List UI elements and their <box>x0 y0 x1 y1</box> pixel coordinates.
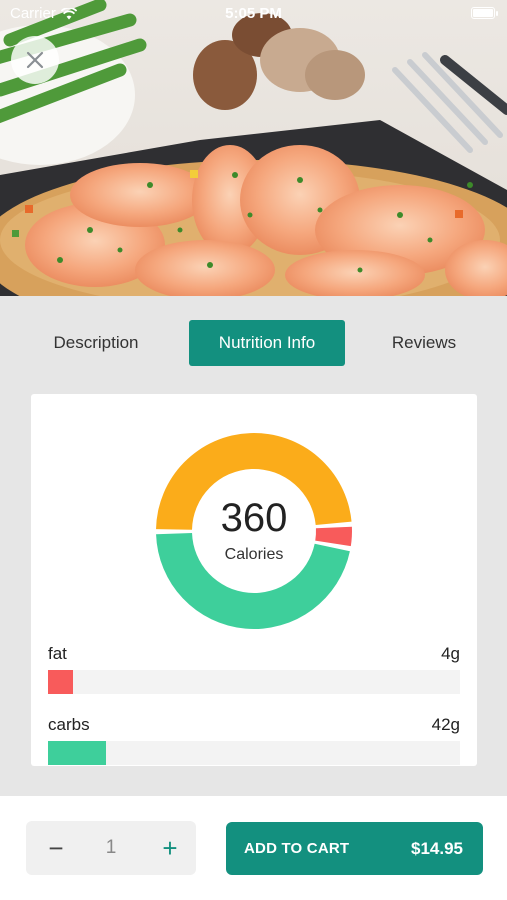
status-time: 5:05 PM <box>225 5 282 22</box>
cart-price: $14.95 <box>411 838 463 858</box>
status-bar: Carrier 5:05 PM <box>0 0 507 28</box>
nutrient-amount: 42g <box>431 715 460 734</box>
nutrient-bar-fill <box>48 670 73 694</box>
nutrient-name: fat <box>48 644 67 663</box>
increase-quantity-button[interactable]: + <box>150 821 190 875</box>
calories-label: Calories <box>224 546 284 563</box>
nutrition-card: 360 Calories fat 4g carbs 42g <box>31 394 477 766</box>
calories-value: 360 <box>220 496 288 540</box>
quantity-value: 1 <box>105 837 117 858</box>
add-to-cart-label: ADD TO CART <box>244 840 350 857</box>
quantity-stepper: − 1 + <box>26 821 196 875</box>
tab-bar: Description Nutrition Info Reviews <box>0 320 507 366</box>
nutrient-name: carbs <box>48 715 90 734</box>
nutrient-bar-fill <box>48 741 106 765</box>
bottom-action-bar: − 1 + ADD TO CART $14.95 <box>0 796 507 900</box>
tab-reviews[interactable]: Reviews <box>364 320 484 366</box>
close-icon <box>26 51 44 69</box>
nutrient-bar-track <box>48 670 460 694</box>
battery-icon <box>471 7 498 19</box>
nutrient-bar-track <box>48 741 460 765</box>
add-to-cart-button[interactable]: ADD TO CART $14.95 <box>226 822 483 875</box>
close-button[interactable] <box>11 36 59 84</box>
tab-nutrition-info[interactable]: Nutrition Info <box>189 320 345 366</box>
hero-food-image <box>0 0 507 296</box>
decrease-quantity-button[interactable]: − <box>36 821 76 875</box>
tab-description[interactable]: Description <box>28 320 164 366</box>
nutrient-amount: 4g <box>441 644 460 663</box>
